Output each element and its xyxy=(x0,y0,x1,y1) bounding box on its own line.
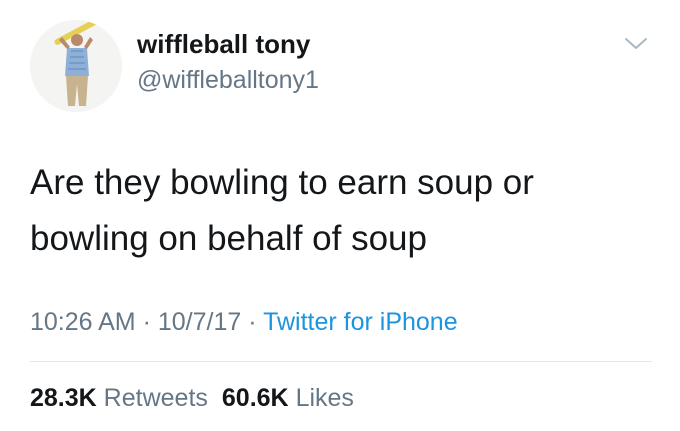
display-name[interactable]: wiffleball tony xyxy=(137,29,310,60)
tweet-time[interactable]: 10:26 AM xyxy=(30,308,136,336)
tweet-stats: 28.3K Retweets 60.6K Likes xyxy=(30,384,354,413)
tweet-text-line: bowling on behalf of soup xyxy=(30,219,427,258)
likes-stat[interactable]: 60.6K Likes xyxy=(222,384,354,412)
tweet-date[interactable]: 10/7/17 xyxy=(158,308,241,336)
avatar-photo-icon xyxy=(30,20,122,112)
tweet-text: Are they bowling to earn soup or bowling… xyxy=(30,155,650,267)
divider xyxy=(30,361,652,362)
retweets-label: Retweets xyxy=(103,384,208,412)
user-handle[interactable]: @wiffleballtony1 xyxy=(137,66,319,95)
tweet-meta: 10:26 AM · 10/7/17 · Twitter for iPhone xyxy=(30,308,458,337)
likes-label: Likes xyxy=(295,384,354,412)
meta-separator: · xyxy=(248,308,257,336)
tweet-card: wiffleball tony @wiffleballtony1 Are the… xyxy=(0,0,680,431)
tweet-text-line: Are they bowling to earn soup or xyxy=(30,163,534,202)
retweets-count: 28.3K xyxy=(30,384,97,412)
tweet-source-link[interactable]: Twitter for iPhone xyxy=(263,308,458,336)
retweets-stat[interactable]: 28.3K Retweets xyxy=(30,384,208,412)
likes-count: 60.6K xyxy=(221,384,289,412)
meta-separator: · xyxy=(142,308,151,336)
chevron-down-icon[interactable] xyxy=(623,35,649,53)
avatar[interactable] xyxy=(30,20,122,112)
